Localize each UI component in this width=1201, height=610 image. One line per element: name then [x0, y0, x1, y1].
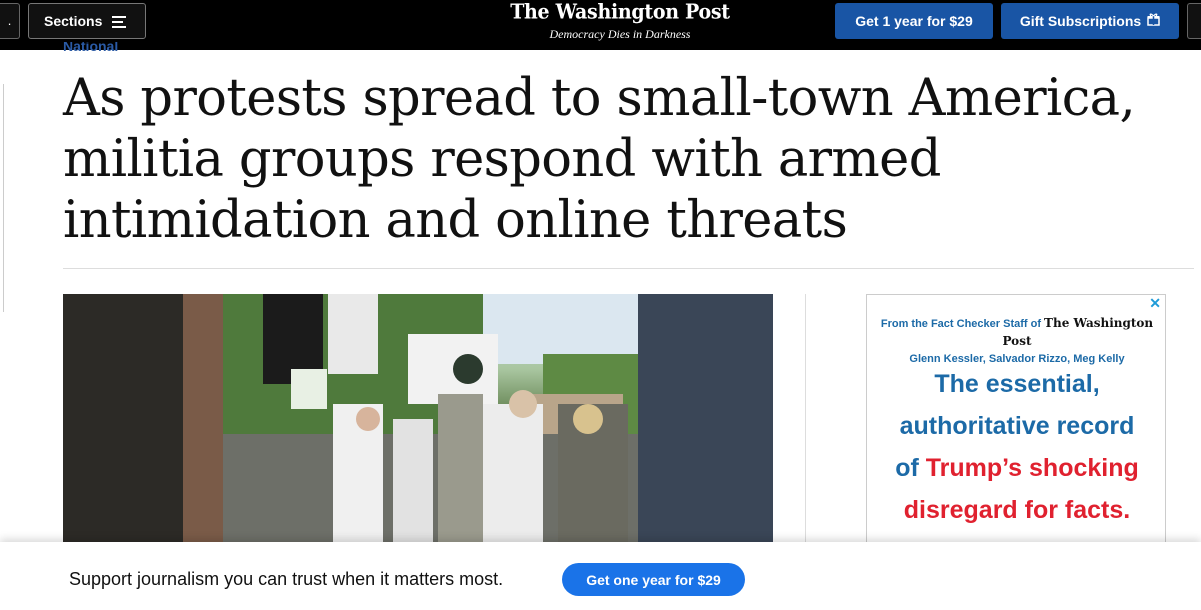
article-lead-photo[interactable]	[63, 294, 773, 544]
left-edge-button[interactable]: .	[0, 3, 20, 39]
ad-from-line: From the Fact Checker Staff of	[880, 318, 1041, 330]
subscribe-button[interactable]: Get 1 year for $29	[835, 3, 993, 39]
gift-subscriptions-button[interactable]: Gift Subscriptions	[1001, 3, 1179, 39]
banner-subscribe-button[interactable]: Get one year for $29	[562, 563, 745, 596]
site-tagline: Democracy Dies in Darkness	[549, 27, 691, 41]
subscribe-label: Get 1 year for $29	[855, 13, 973, 29]
article-headline: As protests spread to small-town America…	[63, 69, 1136, 250]
right-edge-button[interactable]	[1187, 3, 1201, 39]
ad-message: The essential, authoritative record of T…	[867, 363, 1165, 531]
article-kicker[interactable]: National	[63, 42, 118, 54]
column-divider	[805, 294, 806, 544]
top-navigation-bar: . Sections The Washington Post Democracy…	[0, 0, 1201, 50]
ad-close-icon[interactable]: ✕	[1149, 295, 1161, 312]
ad-line-1: The essential,	[934, 370, 1100, 398]
subscription-banner: Support journalism you can trust when it…	[0, 542, 1201, 610]
sections-menu-button[interactable]: Sections	[28, 3, 146, 39]
banner-button-label: Get one year for $29	[586, 571, 721, 588]
gift-label: Gift Subscriptions	[1019, 13, 1142, 29]
ad-line-4: disregard for facts.	[903, 496, 1131, 524]
ad-line-3-prefix: of	[895, 454, 926, 482]
fact-checker-ad[interactable]: ✕ From the Fact Checker Staff of The Was…	[866, 294, 1166, 544]
sections-label: Sections	[44, 13, 103, 29]
ad-byline: From the Fact Checker Staff of The Washi…	[867, 315, 1165, 368]
banner-message: Support journalism you can trust when it…	[69, 569, 504, 589]
ad-line-2: authoritative record	[899, 412, 1135, 440]
left-sidebar-rule	[3, 84, 4, 312]
site-logo[interactable]: The Washington Post	[500, 0, 740, 24]
hamburger-icon	[112, 15, 127, 28]
ad-line-3-highlight: Trump’s shocking	[925, 454, 1139, 482]
site-logo-block[interactable]: The Washington Post Democracy Dies in Da…	[500, 0, 740, 42]
headline-divider	[63, 268, 1194, 269]
gift-icon	[1147, 13, 1160, 29]
